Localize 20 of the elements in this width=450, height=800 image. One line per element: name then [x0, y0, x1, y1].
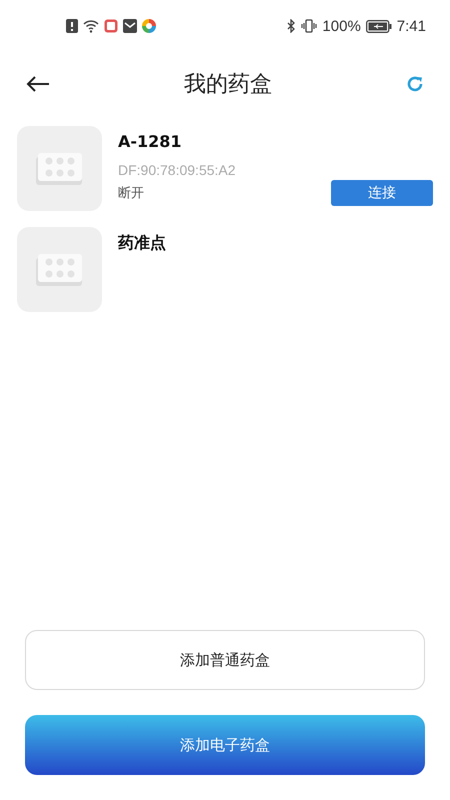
refresh-icon: [406, 75, 424, 93]
battery-icon: [366, 20, 392, 32]
wifi-icon: [83, 19, 99, 33]
device-name: A-1281: [118, 132, 183, 153]
colorful-ring-icon: [142, 19, 156, 33]
add-electronic-button[interactable]: 添加电子药盒: [25, 715, 425, 775]
back-arrow-icon: [26, 76, 50, 92]
vibrate-icon: [301, 19, 318, 33]
mail-icon: [123, 19, 137, 33]
connect-button[interactable]: 连接: [331, 180, 433, 206]
alert-icon: [66, 19, 78, 33]
bluetooth-icon: [287, 19, 296, 33]
app-icon: [104, 19, 118, 33]
page-title: 我的药盒: [184, 71, 272, 99]
connection-status: 断开: [118, 185, 144, 202]
device-address: DF:90:78:09:55:A2: [118, 162, 237, 178]
clock: 7:41: [396, 18, 426, 34]
device-name: 药准点: [118, 233, 167, 254]
battery-percent: 100%: [322, 18, 361, 34]
add-regular-button[interactable]: 添加普通药盒: [25, 630, 425, 690]
